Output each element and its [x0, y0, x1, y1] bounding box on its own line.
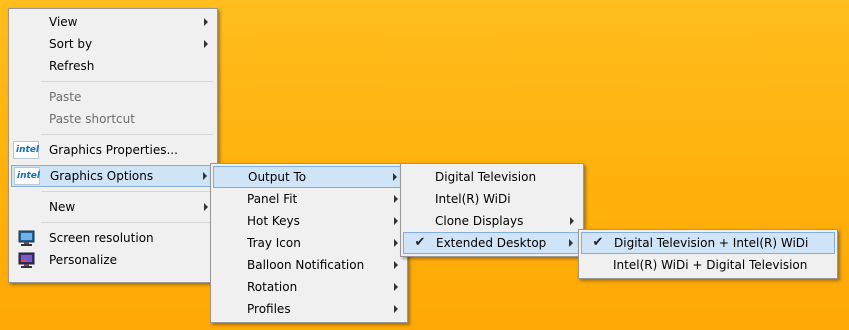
- menu-item-graphics-options[interactable]: intel Graphics Options: [11, 165, 215, 187]
- menu-item-label: Screen resolution: [49, 231, 154, 245]
- menu-item-label: Digital Television: [435, 170, 537, 184]
- menu-item-label: Intel(R) WiDi: [435, 192, 511, 206]
- submenu-arrow-icon: [394, 283, 398, 291]
- menu-item-intel-widi[interactable]: Intel(R) WiDi: [403, 188, 581, 210]
- menu-item-tv-plus-widi[interactable]: ✔ Digital Television + Intel(R) WiDi: [581, 232, 835, 254]
- menu-item-hot-keys[interactable]: Hot Keys: [213, 210, 405, 232]
- menu-item-label: Paste: [49, 90, 82, 104]
- menu-item-view[interactable]: View: [11, 11, 215, 33]
- menu-item-digital-television[interactable]: Digital Television: [403, 166, 581, 188]
- menu-item-paste-shortcut: Paste shortcut: [11, 108, 215, 130]
- menu-item-label: Extended Desktop: [436, 236, 547, 250]
- menu-item-label: Graphics Options: [50, 169, 154, 183]
- menu-item-profiles[interactable]: Profiles: [213, 298, 405, 320]
- menu-item-label: Digital Television + Intel(R) WiDi: [614, 236, 809, 250]
- personalize-icon: [13, 251, 39, 269]
- graphics-options-submenu: Output To Panel Fit Hot Keys Tray Icon B…: [210, 163, 408, 323]
- menu-item-screen-resolution[interactable]: Screen resolution: [11, 227, 215, 249]
- menu-item-label: Output To: [248, 170, 307, 184]
- menu-item-new[interactable]: New: [11, 196, 215, 218]
- menu-item-label: New: [49, 200, 76, 214]
- menu-separator: [41, 81, 213, 82]
- submenu-arrow-icon: [394, 195, 398, 203]
- menu-separator: [41, 222, 213, 223]
- output-to-submenu: Digital Television Intel(R) WiDi Clone D…: [400, 163, 584, 257]
- menu-item-clone-displays[interactable]: Clone Displays: [403, 210, 581, 232]
- menu-item-refresh[interactable]: Refresh: [11, 55, 215, 77]
- menu-item-label: Panel Fit: [247, 192, 298, 206]
- menu-separator: [41, 134, 213, 135]
- menu-item-label: Hot Keys: [247, 214, 300, 228]
- submenu-arrow-icon: [394, 305, 398, 313]
- intel-logo-icon: intel: [13, 141, 39, 159]
- menu-item-label: Personalize: [49, 253, 118, 267]
- menu-item-label: Graphics Properties...: [49, 143, 178, 157]
- submenu-arrow-icon: [204, 18, 208, 26]
- submenu-arrow-icon: [569, 239, 573, 247]
- submenu-arrow-icon: [394, 217, 398, 225]
- checkmark-icon: ✔: [592, 235, 604, 250]
- submenu-arrow-icon: [393, 173, 397, 181]
- menu-item-label: View: [49, 15, 78, 29]
- menu-item-graphics-properties[interactable]: intel Graphics Properties...: [11, 139, 215, 161]
- menu-item-rotation[interactable]: Rotation: [213, 276, 405, 298]
- menu-item-sort-by[interactable]: Sort by: [11, 33, 215, 55]
- menu-item-label: Refresh: [49, 59, 95, 73]
- checkmark-icon: ✔: [414, 235, 426, 250]
- submenu-arrow-icon: [204, 203, 208, 211]
- menu-separator: [41, 191, 213, 192]
- menu-item-label: Rotation: [247, 280, 298, 294]
- monitor-icon: [13, 229, 39, 247]
- menu-item-label: Intel(R) WiDi + Digital Television: [613, 258, 808, 272]
- menu-item-personalize[interactable]: Personalize: [11, 249, 215, 271]
- menu-item-tray-icon[interactable]: Tray Icon: [213, 232, 405, 254]
- menu-item-label: Tray Icon: [247, 236, 301, 250]
- intel-logo-icon: intel: [14, 167, 40, 185]
- menu-item-balloon-notification[interactable]: Balloon Notification: [213, 254, 405, 276]
- submenu-arrow-icon: [394, 261, 398, 269]
- submenu-arrow-icon: [204, 40, 208, 48]
- menu-item-widi-plus-tv[interactable]: Intel(R) WiDi + Digital Television: [581, 254, 835, 276]
- submenu-arrow-icon: [203, 172, 207, 180]
- menu-item-label: Balloon Notification: [247, 258, 365, 272]
- menu-item-output-to[interactable]: Output To: [213, 166, 405, 188]
- menu-item-label: Clone Displays: [435, 214, 524, 228]
- desktop-context-menu: View Sort by Refresh Paste Paste shortcu…: [8, 8, 218, 283]
- menu-item-paste: Paste: [11, 86, 215, 108]
- menu-item-label: Paste shortcut: [49, 112, 135, 126]
- submenu-arrow-icon: [570, 217, 574, 225]
- menu-item-extended-desktop[interactable]: ✔ Extended Desktop: [403, 232, 581, 254]
- extended-desktop-submenu: ✔ Digital Television + Intel(R) WiDi Int…: [578, 229, 838, 279]
- menu-item-label: Sort by: [49, 37, 93, 51]
- submenu-arrow-icon: [394, 239, 398, 247]
- menu-item-panel-fit[interactable]: Panel Fit: [213, 188, 405, 210]
- menu-item-label: Profiles: [247, 302, 291, 316]
